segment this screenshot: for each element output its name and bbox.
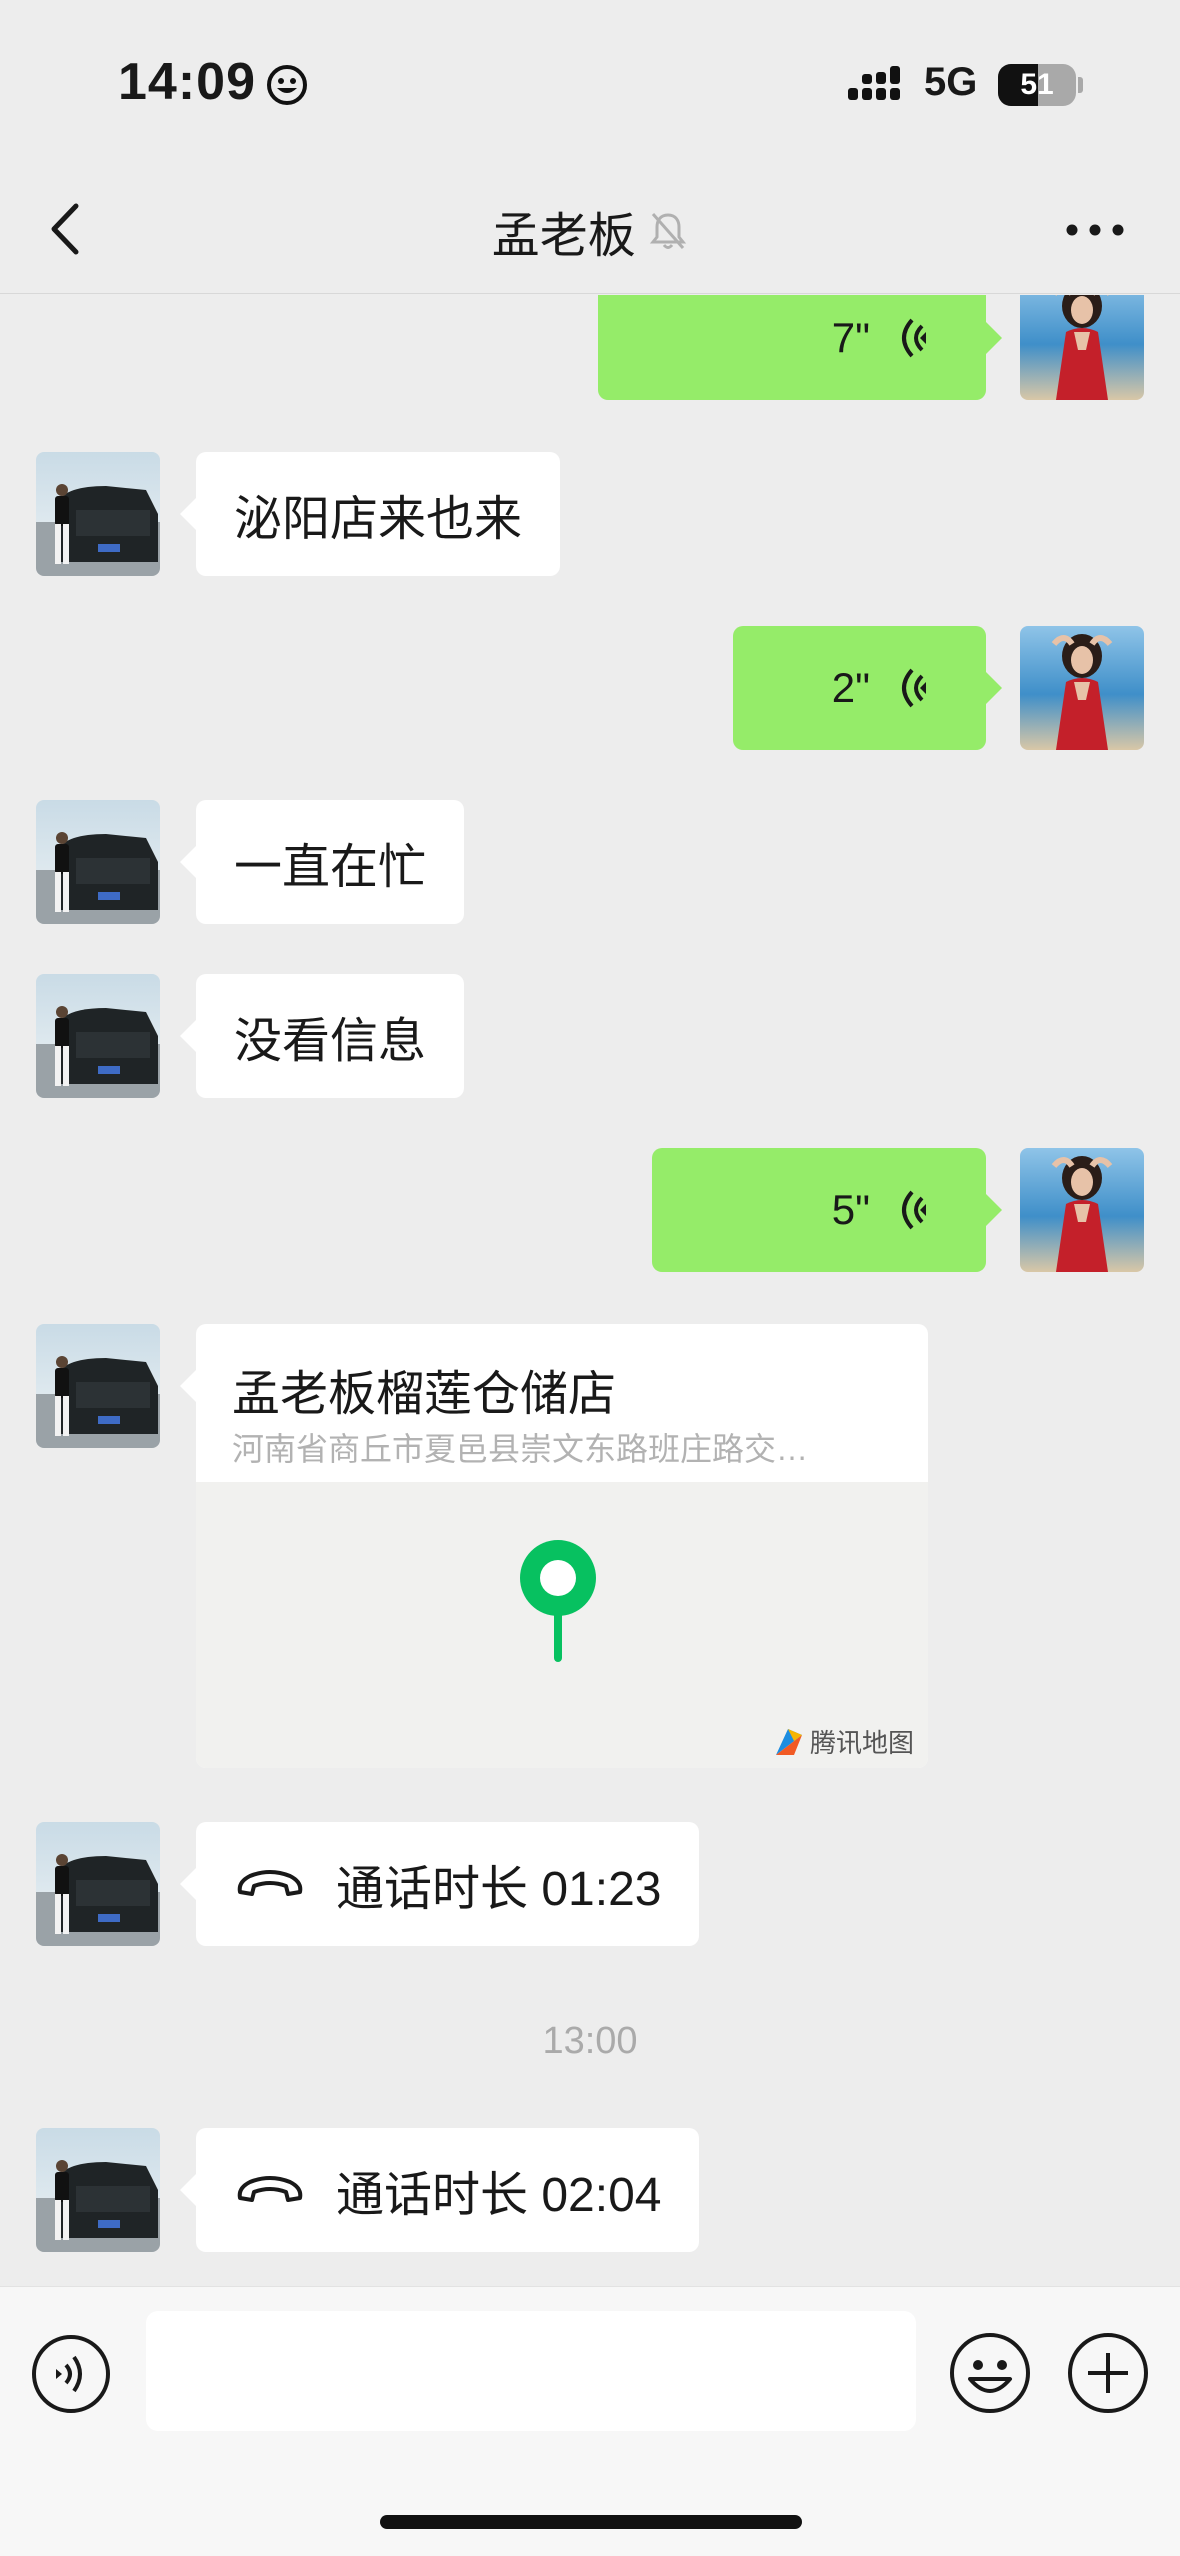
home-indicator [380, 2515, 802, 2529]
contact-avatar[interactable] [36, 1822, 160, 1946]
call-record-bubble[interactable]: 通话时长 01:23 [179, 1822, 700, 1946]
location-address: 河南省商丘市夏邑县崇文东路班庄路交… [232, 1431, 809, 1467]
call-record-bubble[interactable]: 通话时长 02:04 [179, 2128, 700, 2252]
time-divider: 13:00 [542, 2020, 638, 2062]
contact-avatar[interactable] [36, 452, 160, 576]
voice-duration: 7" [831, 314, 870, 361]
voice-message-bubble[interactable]: 2" [733, 626, 1002, 750]
battery-percentage: 51 [1020, 68, 1054, 101]
contact-avatar[interactable] [36, 2128, 160, 2252]
voice-mode-icon[interactable] [30, 2333, 112, 2415]
phone-handset-icon [237, 2176, 303, 2202]
text-message-bubble[interactable]: 没看信息 [179, 974, 465, 1098]
map-pin-icon [520, 1540, 596, 1662]
mute-bell-icon [650, 213, 687, 249]
chat-title: 孟老板 [491, 210, 636, 263]
contact-avatar[interactable] [36, 800, 160, 924]
voice-duration: 5" [831, 1186, 870, 1233]
voice-wave-icon [902, 668, 926, 708]
text-message-bubble[interactable]: 泌阳店来也来 [179, 452, 561, 576]
voice-duration: 2" [831, 664, 870, 711]
call-duration-text: 通话时长 02:04 [336, 2169, 662, 2222]
self-avatar[interactable] [1020, 1148, 1144, 1272]
message-text: 泌阳店来也来 [234, 493, 523, 546]
text-message-bubble[interactable]: 一直在忙 [179, 800, 465, 924]
more-dots-icon[interactable] [1060, 210, 1130, 250]
battery-icon: 51 [998, 64, 1083, 106]
plus-icon[interactable] [1066, 2331, 1150, 2415]
tencent-map-logo-icon [775, 1728, 802, 1755]
location-message-card[interactable]: 孟老板榴莲仓储店 河南省商丘市夏邑县崇文东路班庄路交… 腾讯地图 [196, 1324, 928, 1768]
contact-avatar[interactable] [36, 1324, 160, 1448]
message-text: 一直在忙 [234, 841, 427, 894]
status-time: 14:09 [118, 53, 256, 111]
network-type: 5G [924, 60, 978, 104]
call-duration-text: 通话时长 01:23 [336, 1863, 662, 1916]
voice-wave-icon [902, 318, 926, 358]
chat-input-bar [0, 2286, 1180, 2556]
emoji-icon[interactable] [948, 2331, 1032, 2415]
location-map-preview: 腾讯地图 [196, 1482, 928, 1768]
location-name: 孟老板榴莲仓储店 [232, 1368, 617, 1421]
self-avatar[interactable] [1020, 626, 1144, 750]
smiley-icon [267, 65, 307, 105]
map-provider: 腾讯地图 [774, 1723, 914, 1760]
voice-message-bubble[interactable]: 7" [598, 295, 1002, 400]
signal-icon [848, 66, 900, 100]
map-provider-label: 腾讯地图 [809, 1728, 914, 1758]
voice-message-bubble[interactable]: 5" [652, 1148, 1002, 1272]
message-input[interactable] [146, 2311, 916, 2431]
phone-handset-icon [237, 1870, 303, 1896]
voice-wave-icon [902, 1190, 926, 1230]
message-text: 没看信息 [234, 1015, 427, 1068]
contact-avatar[interactable] [36, 974, 160, 1098]
chat-header: 孟老板 [0, 170, 1180, 294]
self-avatar[interactable] [1020, 295, 1144, 400]
status-bar: 14:09 5G 51 [0, 0, 1180, 170]
